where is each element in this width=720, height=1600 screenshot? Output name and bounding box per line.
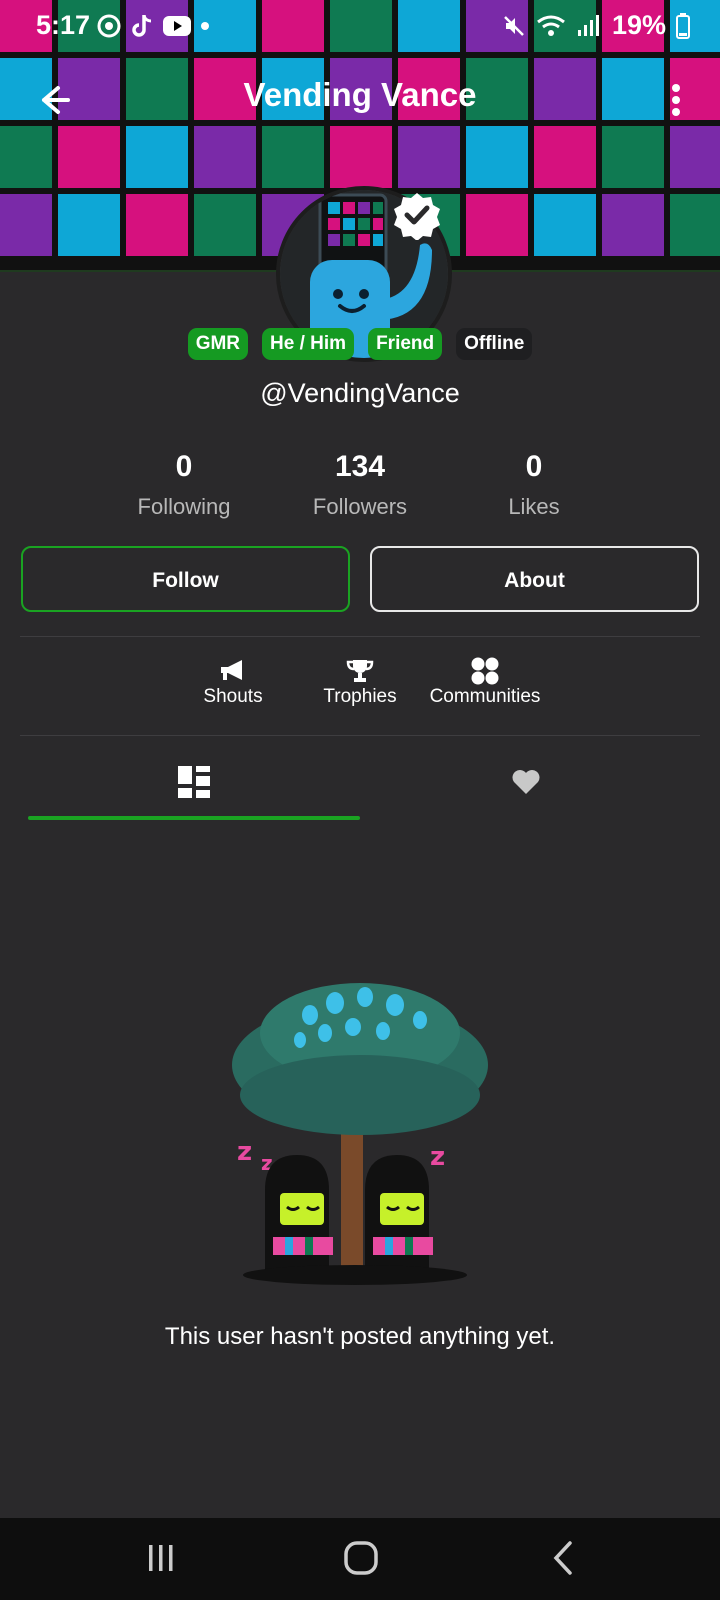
- banner-tile: [398, 126, 460, 188]
- stat-likes[interactable]: 0 Likes: [449, 450, 619, 520]
- status-time: 5:17: [36, 10, 91, 40]
- about-button[interactable]: About: [370, 546, 699, 612]
- follow-button[interactable]: Follow: [21, 546, 350, 612]
- divider: [20, 636, 700, 637]
- battery-percent: 19%: [611, 10, 666, 40]
- banner-tile: [670, 126, 720, 188]
- top-app-bar: Vending Vance: [0, 70, 720, 130]
- tiktok-icon: [132, 15, 152, 37]
- youtube-icon: [163, 16, 191, 36]
- banner-tile: [534, 126, 596, 188]
- banner-tile: [58, 194, 120, 256]
- stat-followers[interactable]: 134 Followers: [275, 450, 445, 520]
- active-tab-indicator: [28, 816, 360, 820]
- empty-state-message: This user hasn't posted anything yet.: [164, 1323, 556, 1350]
- tab-likes[interactable]: [346, 752, 706, 812]
- system-navigation-bar: [0, 1518, 720, 1600]
- banner-tile: [330, 126, 392, 188]
- megaphone-icon: [221, 660, 242, 680]
- posts-grid-icon: [178, 766, 210, 798]
- stat-following[interactable]: 0 Following: [99, 450, 269, 520]
- status-app-icons: [96, 13, 210, 39]
- wifi-icon: [537, 15, 565, 36]
- section-communities-label: Communities: [429, 686, 541, 707]
- stat-likes-value: 0: [525, 450, 543, 483]
- banner-tile: [670, 194, 720, 256]
- communities-icon: [471, 657, 499, 685]
- profile-sections: Shouts Trophies Communities: [0, 656, 720, 716]
- stat-followers-label: Followers: [312, 494, 408, 519]
- banner-tile: [126, 194, 188, 256]
- profile-badges: GMR He / Him Friend Offline: [0, 328, 720, 360]
- banner-tile: [0, 194, 52, 256]
- signal-icon: [577, 14, 599, 36]
- svg-text:z: z: [430, 1142, 445, 1172]
- divider: [20, 735, 700, 736]
- profile-title: Vending Vance: [243, 76, 477, 113]
- more-options-icon[interactable]: [664, 78, 688, 122]
- battery-icon: [676, 12, 690, 39]
- trophy-icon: [346, 660, 374, 682]
- banner-tile: [194, 126, 256, 188]
- banner-tile: [466, 194, 528, 256]
- section-shouts-label: Shouts: [203, 686, 263, 707]
- banner-tile: [126, 126, 188, 188]
- badge-friend: Friend: [368, 328, 443, 360]
- section-trophies[interactable]: Trophies: [300, 656, 420, 708]
- banner-tile: [466, 126, 528, 188]
- banner-tile: [0, 126, 52, 188]
- svg-text:z: z: [237, 1137, 252, 1167]
- heart-icon: [512, 770, 540, 794]
- stat-following-value: 0: [175, 450, 193, 483]
- banner-tile: [602, 194, 664, 256]
- section-communities[interactable]: Communities: [425, 656, 545, 708]
- banner-tile: [194, 194, 256, 256]
- status-bar: 5:17 19%: [0, 0, 720, 52]
- sleeping-tree-illustration: zzz: [232, 983, 488, 1285]
- badge-online-status: Offline: [456, 328, 533, 360]
- tab-posts[interactable]: [14, 752, 374, 812]
- badge-pronouns: He / Him: [262, 328, 355, 360]
- section-trophies-label: Trophies: [323, 686, 397, 707]
- banner-tile: [602, 126, 664, 188]
- status-right: 19%: [502, 10, 690, 41]
- badge-gmr: GMR: [187, 328, 249, 360]
- section-shouts[interactable]: Shouts: [173, 656, 293, 708]
- mute-icon: [504, 15, 524, 36]
- pocket-casts-icon: [97, 14, 121, 38]
- banner-tile: [534, 194, 596, 256]
- stat-likes-label: Likes: [508, 494, 560, 519]
- back-icon[interactable]: [552, 1540, 574, 1576]
- banner-tile: [58, 126, 120, 188]
- recents-icon[interactable]: [146, 1542, 176, 1574]
- verified-badge-icon: [394, 193, 440, 240]
- profile-handle: @VendingVance: [260, 378, 460, 408]
- banner-tile: [262, 126, 324, 188]
- stat-followers-value: 134: [334, 450, 386, 483]
- dot-icon: [201, 22, 209, 30]
- stat-following-label: Following: [137, 494, 231, 519]
- home-icon[interactable]: [343, 1540, 379, 1576]
